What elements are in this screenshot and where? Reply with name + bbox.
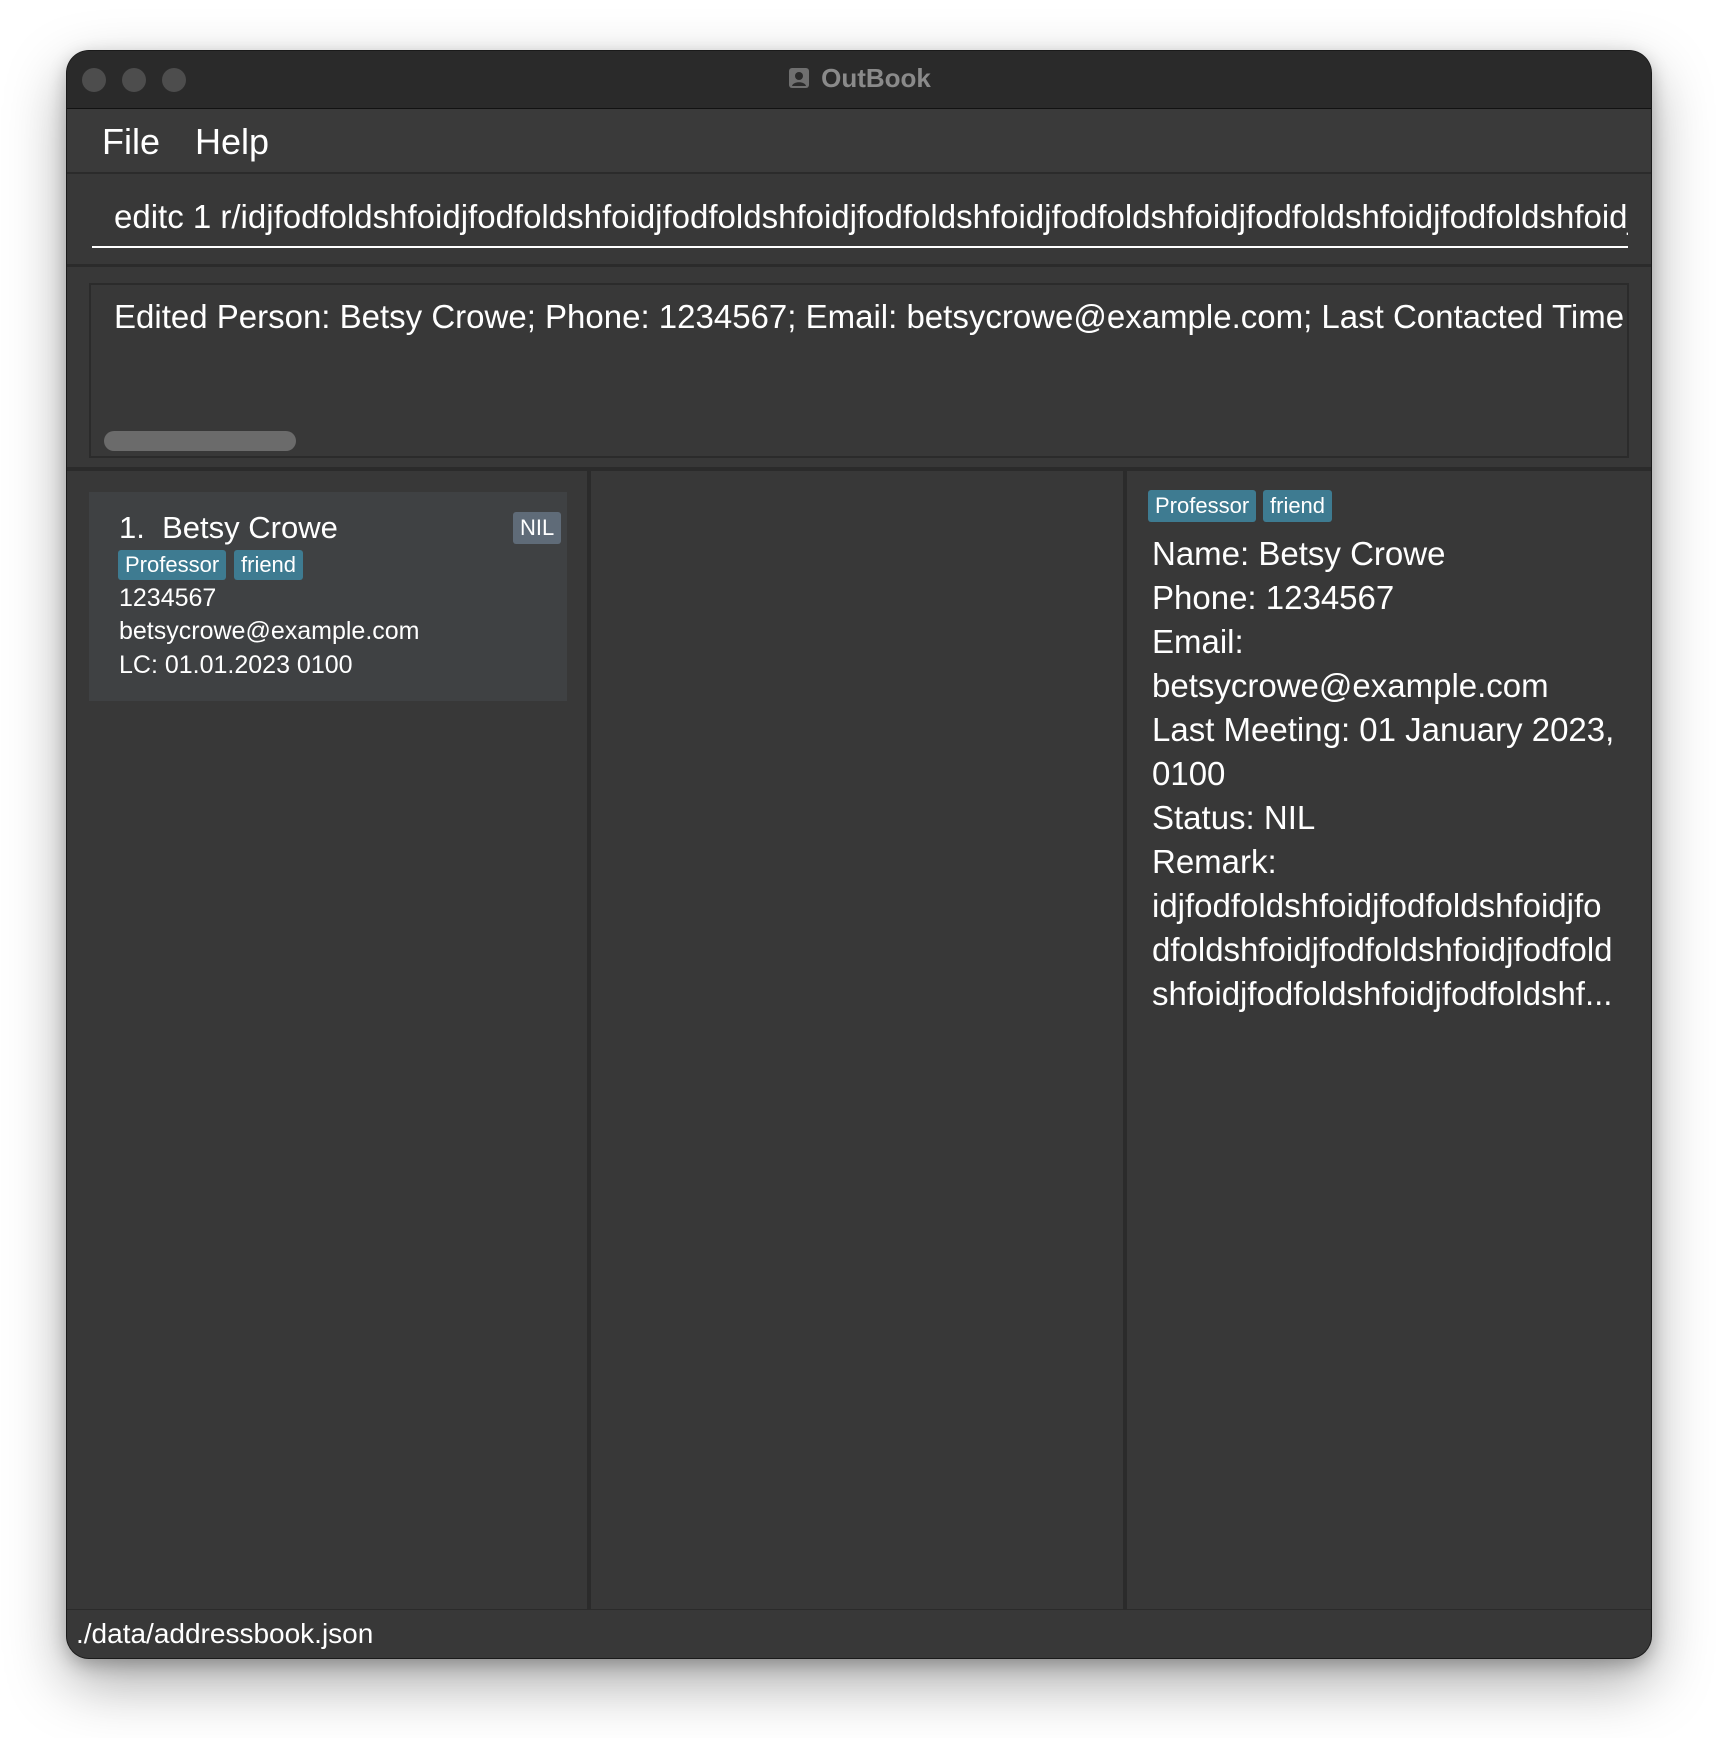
tag-friend: friend xyxy=(234,550,304,580)
detail-email: betsycrowe@example.com xyxy=(1152,667,1549,704)
window-title-text: OutBook xyxy=(821,63,931,93)
tag-professor: Professor xyxy=(118,550,227,580)
middle-panel xyxy=(591,471,1123,1609)
detail-status: Status: NIL xyxy=(1152,799,1316,836)
command-input[interactable]: editc 1 r/idjfodfoldshfoidjfodfoldshfoid… xyxy=(92,186,1628,248)
result-display[interactable]: Edited Person: Betsy Crowe; Phone: 12345… xyxy=(89,283,1629,458)
person-index: 1. xyxy=(119,510,145,545)
contact-book-icon xyxy=(789,68,810,88)
detail-tag-professor: Professor xyxy=(1148,490,1257,522)
detail-name: Name: Betsy Crowe xyxy=(1152,535,1446,572)
detail-last-meeting: Last Meeting: 01 January 2023, xyxy=(1152,711,1615,748)
result-text: Edited Person: Betsy Crowe; Phone: 12345… xyxy=(114,298,1629,335)
menu-file[interactable]: File xyxy=(102,121,160,163)
menu-bar: File Help xyxy=(67,109,1651,174)
detail-remark-line: idjfodfoldshfoidjfodfoldshfoidjfo xyxy=(1152,887,1602,924)
title-bar: OutBook xyxy=(67,51,1651,109)
app-window: OutBook File Help editc 1 r/idjfodfoldsh… xyxy=(67,51,1651,1658)
person-last-contact: LC: 01.01.2023 0100 xyxy=(119,651,353,679)
menu-help[interactable]: Help xyxy=(195,121,269,163)
person-email: betsycrowe@example.com xyxy=(119,617,420,645)
person-name: Betsy Crowe xyxy=(162,510,338,545)
person-phone: 1234567 xyxy=(119,584,217,612)
data-file-path: ./data/addressbook.json xyxy=(76,1618,374,1649)
detail-remark-line: dfoldshfoidjfodfoldshfoidjfodfold xyxy=(1152,931,1613,968)
status-badge: NIL xyxy=(513,512,562,544)
command-box: editc 1 r/idjfodfoldshfoidjfodfoldshfoid… xyxy=(67,174,1651,267)
detail-tag-friend: friend xyxy=(1263,490,1333,522)
status-bar: ./data/addressbook.json xyxy=(67,1609,1651,1658)
horizontal-scrollbar-thumb[interactable] xyxy=(104,431,296,451)
detail-email-label: Email: xyxy=(1152,623,1244,660)
detail-remark-label: Remark: xyxy=(1152,843,1277,880)
person-card[interactable]: 1. Betsy Crowe NIL Professor friend 1234… xyxy=(89,492,567,701)
window-title: OutBook xyxy=(67,63,1651,94)
person-card-name: 1. Betsy Crowe xyxy=(119,510,338,546)
detail-phone: Phone: 1234567 xyxy=(1152,579,1395,616)
detail-last-meeting-time: 0100 xyxy=(1152,755,1226,792)
detail-remark-line: shfoidjfodfoldshfoidjfodfoldshf... xyxy=(1152,975,1613,1012)
